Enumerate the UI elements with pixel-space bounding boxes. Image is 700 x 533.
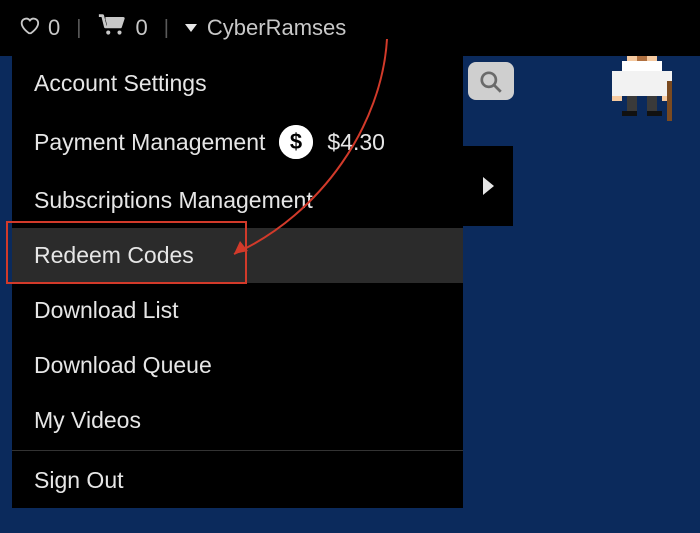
separator-icon: | xyxy=(164,17,169,40)
wishlist-button[interactable]: 0 xyxy=(18,14,60,42)
heart-icon xyxy=(18,14,40,42)
menu-item-label: Download Queue xyxy=(34,352,212,379)
top-bar: 0 | 0 | CyberRamses xyxy=(0,0,700,56)
menu-item-redeem-codes[interactable]: Redeem Codes xyxy=(12,228,463,283)
menu-item-download-queue[interactable]: Download Queue xyxy=(12,338,463,393)
balance-amount: $4.30 xyxy=(327,129,385,156)
menu-item-label: Subscriptions Management xyxy=(34,187,313,214)
menu-item-label: Account Settings xyxy=(34,70,207,97)
menu-item-payment-management[interactable]: Payment Management $ $4.30 xyxy=(12,111,463,173)
cart-count: 0 xyxy=(135,15,147,41)
menu-item-label: My Videos xyxy=(34,407,141,434)
menu-item-subscriptions-management[interactable]: Subscriptions Management xyxy=(12,173,463,228)
menu-item-download-list[interactable]: Download List xyxy=(12,283,463,338)
user-dropdown-menu: Account Settings Payment Management $ $4… xyxy=(12,56,463,508)
menu-item-sign-out[interactable]: Sign Out xyxy=(12,453,463,508)
menu-item-account-settings[interactable]: Account Settings xyxy=(12,56,463,111)
menu-item-label: Sign Out xyxy=(34,467,124,494)
caret-down-icon xyxy=(185,24,197,32)
search-icon xyxy=(478,69,504,95)
user-menu-toggle[interactable]: CyberRamses xyxy=(185,15,346,41)
cart-icon xyxy=(97,13,127,43)
menu-item-my-videos[interactable]: My Videos xyxy=(12,393,463,448)
menu-divider xyxy=(12,450,463,451)
menu-item-label: Download List xyxy=(34,297,178,324)
wishlist-count: 0 xyxy=(48,15,60,41)
svg-text:$: $ xyxy=(290,129,302,154)
chevron-right-icon xyxy=(483,177,494,195)
username-label: CyberRamses xyxy=(207,15,346,41)
search-button[interactable] xyxy=(468,62,514,100)
side-expand-button[interactable] xyxy=(463,146,513,226)
page-background xyxy=(463,56,700,533)
menu-item-label: Payment Management xyxy=(34,129,265,156)
menu-item-label: Redeem Codes xyxy=(34,242,194,269)
dollar-icon: $ xyxy=(279,125,313,159)
cart-button[interactable]: 0 xyxy=(97,13,147,43)
separator-icon: | xyxy=(76,17,81,40)
